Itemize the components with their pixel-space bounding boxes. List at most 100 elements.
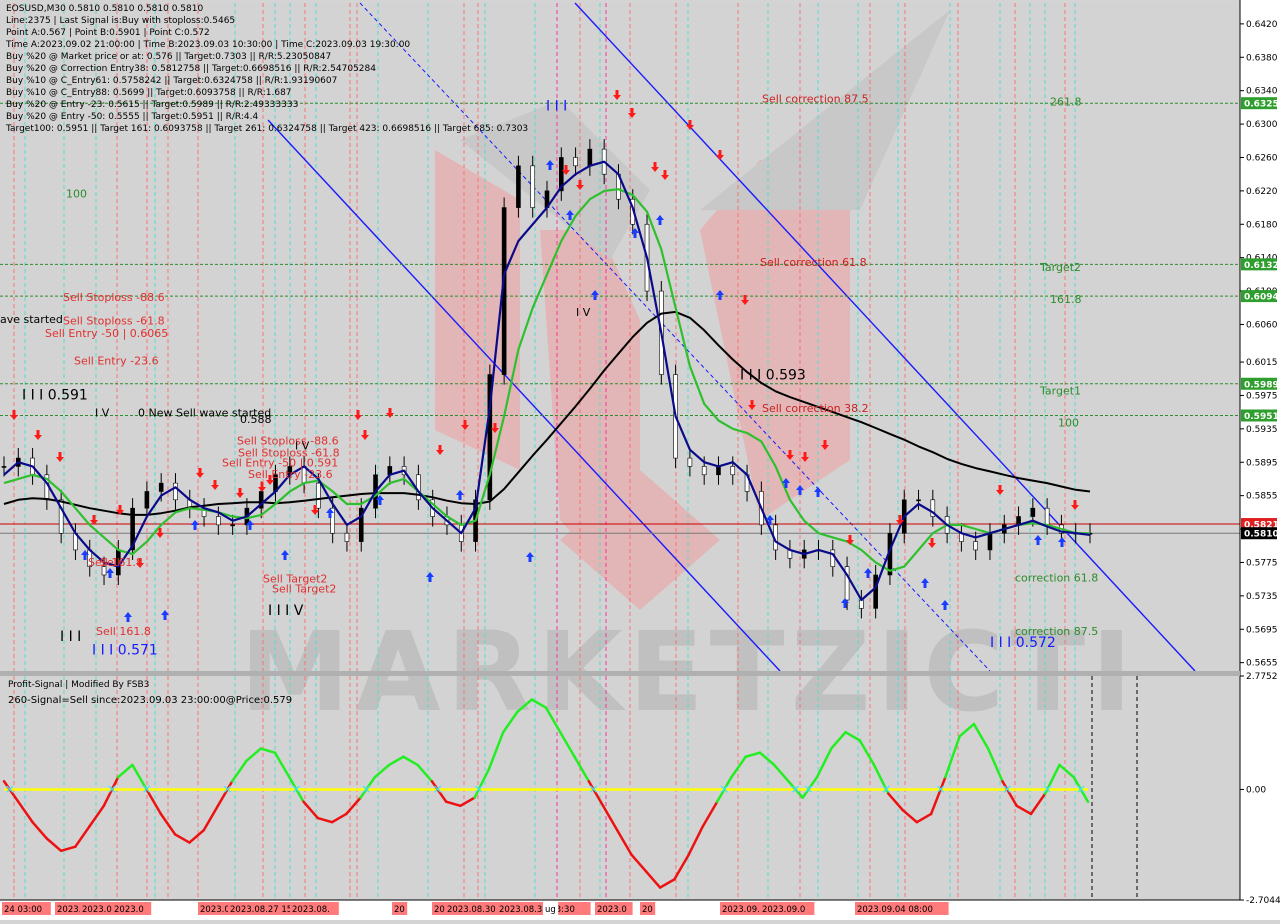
candle-body <box>1 466 7 468</box>
annotation-label: I I I 0.593 <box>740 368 806 384</box>
price-tick-label: 0.5935 <box>1246 425 1278 435</box>
time-tick-label: 2023.08.31 03:30 <box>499 905 575 915</box>
chart-root: MARKETZICTI 261.8 Sell correction 87.5 100 S… <box>0 0 1280 920</box>
candle-body <box>916 499 921 502</box>
price-tick-label: 0.5775 <box>1246 558 1278 568</box>
price-tick-label: 0.6420 <box>1246 20 1278 30</box>
time-tick-label: 2023.09.0 <box>762 905 805 915</box>
time-tick-label: 2023.0 <box>114 905 144 915</box>
annotation-label: 161.8 <box>1050 293 1082 306</box>
annotation-label: ave started <box>0 313 63 326</box>
cross-marker-icon: ✕ <box>433 782 443 796</box>
price-tick-label: 0.5975 <box>1246 391 1278 401</box>
annotation-label: Sell correction 87.5 <box>762 92 869 105</box>
candle-body <box>216 516 221 526</box>
candle-body <box>530 165 536 208</box>
candle-body <box>158 482 164 492</box>
price-tick-label: 0.6015 <box>1246 358 1278 368</box>
cross-marker-icon: ✕ <box>589 782 599 796</box>
candle-body <box>973 541 978 551</box>
candle-body <box>587 148 593 167</box>
cross-marker-icon: ✕ <box>803 782 813 796</box>
panel-separator <box>0 671 1240 676</box>
annotation-label: 261.8 <box>1050 96 1082 109</box>
candle-body <box>1044 507 1050 526</box>
annotation-label: I I I 0.591 <box>22 388 88 404</box>
annotation-label: Sell Entry -23.6 <box>248 468 333 481</box>
candle-body <box>573 157 578 167</box>
indicator-tick-label: -2.7044 <box>1246 896 1280 906</box>
price-tag-label: 0.5810 <box>1244 530 1279 540</box>
price-tag-label: 0.6325 <box>1244 100 1279 110</box>
price-tick-label: 0.6220 <box>1246 187 1278 197</box>
candle-body <box>687 457 693 467</box>
cross-marker-icon: ✕ <box>222 782 232 796</box>
time-tick-label: 20 <box>642 905 653 915</box>
price-tick-label: 0.5895 <box>1246 458 1278 468</box>
cross-marker-icon: ✕ <box>1042 782 1052 796</box>
annotation-label: Target1 <box>1039 385 1081 398</box>
annotation-label: I I I 0.571 <box>92 642 158 658</box>
annotation-label: I V <box>576 306 591 319</box>
cross-marker-icon: ✕ <box>881 782 891 796</box>
price-tag-label: 0.6132 <box>1244 261 1279 271</box>
watermark-shape <box>435 150 520 470</box>
price-tick-label: 0.5735 <box>1246 592 1278 602</box>
cross-marker-icon: ✕ <box>936 782 946 796</box>
annotation-label: 100 <box>1058 416 1079 429</box>
annotation-label: I V <box>95 406 110 419</box>
candle-body <box>730 466 736 476</box>
indicator-subtitle: 260-Signal=Sell since:2023.09.03 23:00:0… <box>8 695 292 706</box>
annotation-label: Sell 161.8 <box>88 556 143 569</box>
candle-body <box>701 466 707 476</box>
annotation-label: 0.588 <box>240 413 272 426</box>
price-tag-label: 0.5951 <box>1244 412 1279 422</box>
candle-body <box>987 532 993 551</box>
annotation-label: I I I 0.572 <box>990 635 1056 651</box>
cross-marker-icon: ✕ <box>719 782 729 796</box>
indicator-title: Profit-Signal | Modified By FSB3 <box>8 680 149 690</box>
price-tick-label: 0.5695 <box>1246 625 1278 635</box>
indicator-tick-label: 0.00 <box>1246 785 1266 795</box>
cross-marker-icon: ✕ <box>1002 782 1012 796</box>
cross-marker-icon: ✕ <box>291 782 301 796</box>
main-chart[interactable]: MARKETZICTI261.8Sell correction 87.5100S… <box>0 0 1280 920</box>
annotation-label: I I I V <box>268 603 304 619</box>
candle-body <box>230 524 235 527</box>
candle-body <box>316 482 321 509</box>
annotation-label: 100 <box>66 188 87 201</box>
time-tick-label: 24 03:00 <box>4 905 42 915</box>
time-tick-label: 2023.08.27 15:0 <box>230 905 300 915</box>
annotation-label: Sell Stoploss -88.6 <box>63 291 165 304</box>
annotation-label: Sell Entry -23.6 <box>74 355 159 368</box>
time-tick-label: ug <box>545 905 556 915</box>
annotation-label: correction 61.8 <box>1015 572 1098 585</box>
cross-marker-icon: ✕ <box>142 782 152 796</box>
indicator-tick-label: 2.7752 <box>1246 672 1278 682</box>
price-tick-label: 0.6060 <box>1246 320 1278 330</box>
price-tick-label: 0.6380 <box>1246 53 1278 63</box>
price-tick-label: 0.5855 <box>1246 492 1278 502</box>
candle-body <box>173 482 178 501</box>
price-tag-label: 0.5989 <box>1244 380 1279 390</box>
annotation-label: Target2 <box>1039 261 1081 274</box>
annotation-label: Sell Entry -50 | 0.6065 <box>45 327 168 340</box>
price-tick-label: 0.5655 <box>1246 659 1278 669</box>
annotation-label: Sell Stoploss -61.8 <box>63 314 165 327</box>
price-tick-label: 0.6260 <box>1246 153 1278 163</box>
candle-body <box>1030 507 1036 517</box>
cross-marker-icon: ✕ <box>791 782 801 796</box>
annotation-label: I I I <box>546 99 567 115</box>
time-tick-label: 2023.08. <box>292 905 330 915</box>
annotation-label: Sell correction 61.8 <box>760 256 867 269</box>
cross-marker-icon: ✕ <box>474 782 484 796</box>
price-tag-label: 0.6094 <box>1244 293 1279 303</box>
annotation-label: Sell correction 38.2 <box>762 402 869 415</box>
annotation-label: Sell 161.8 <box>96 625 151 638</box>
candle-body <box>516 165 521 208</box>
cross-marker-icon: ✕ <box>107 782 117 796</box>
candle-body <box>830 549 836 567</box>
candle-body <box>716 466 721 476</box>
time-tick-label: 20 <box>394 905 405 915</box>
time-tick-label: 2023.09.04 08:00 <box>857 905 933 915</box>
